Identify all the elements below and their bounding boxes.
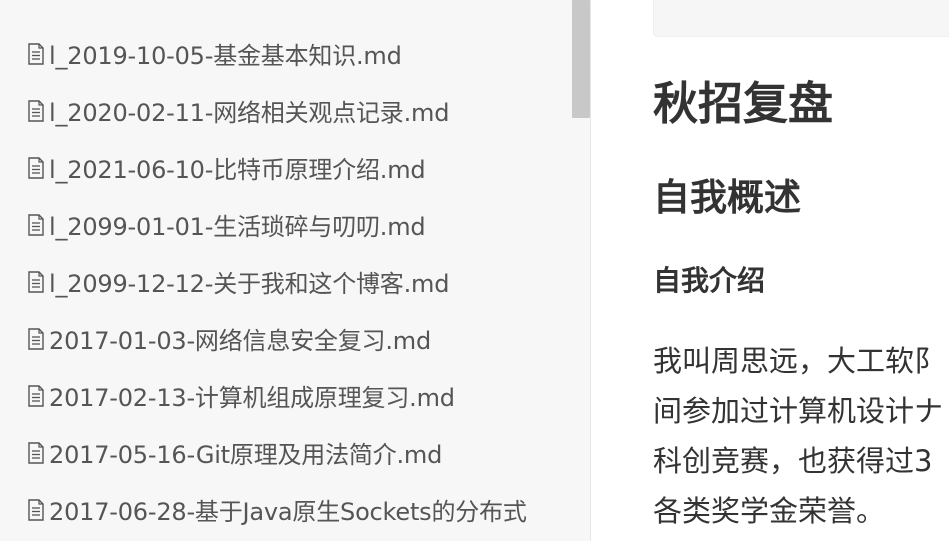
file-name: 2017-05-16-Git原理及用法简介.md bbox=[49, 441, 443, 469]
file-name: l_2020-02-11-网络相关观点记录.md bbox=[49, 99, 450, 127]
file-item[interactable]: 2017-05-16-Git原理及用法简介.md bbox=[27, 424, 572, 481]
file-item[interactable]: l_2021-06-10-比特币原理介绍.md bbox=[27, 139, 572, 196]
sidebar-scrollbar[interactable] bbox=[572, 0, 590, 541]
file-icon bbox=[28, 156, 44, 179]
file-item[interactable]: l_2099-01-01-生活琐碎与叨叨.md bbox=[27, 196, 572, 253]
sidebar-scrollbar-thumb[interactable] bbox=[572, 0, 590, 118]
file-item[interactable]: l_2020-02-11-网络相关观点记录.md bbox=[27, 82, 572, 139]
file-item[interactable]: 2017-06-28-基于Java原生Sockets的分布式 bbox=[27, 481, 572, 538]
editor-pane: 秋招复盘 自我概述 自我介绍 我叫周思远，大工软阝 间参加过计算机设计ナ 科创竞… bbox=[592, 0, 949, 541]
file-item[interactable]: 2017-02-13-计算机组成原理复习.md bbox=[27, 367, 572, 424]
file-icon bbox=[28, 42, 44, 65]
heading-1[interactable]: 秋招复盘 bbox=[653, 74, 833, 134]
file-list: l_2019-10-05-基金基本知识.md l_2020-02-11-网络相关观… bbox=[27, 25, 572, 538]
app-window: l_2019-10-05-基金基本知识.md l_2020-02-11-网络相关观… bbox=[0, 0, 949, 541]
sidebar-file-tree: l_2019-10-05-基金基本知识.md l_2020-02-11-网络相关观… bbox=[0, 0, 591, 541]
file-name: l_2019-10-05-基金基本知识.md bbox=[49, 42, 402, 70]
file-name: l_2021-06-10-比特币原理介绍.md bbox=[49, 156, 426, 184]
heading-2[interactable]: 自我概述 bbox=[653, 172, 801, 224]
file-item[interactable]: l_2019-10-05-基金基本知识.md bbox=[27, 25, 572, 82]
file-icon bbox=[28, 327, 44, 350]
heading-3[interactable]: 自我介绍 bbox=[653, 262, 765, 300]
file-name: 2017-02-13-计算机组成原理复习.md bbox=[49, 384, 455, 412]
paragraph-line: 间参加过计算机设计ナ bbox=[653, 394, 944, 428]
file-icon bbox=[28, 498, 44, 521]
file-icon bbox=[28, 384, 44, 407]
file-name: l_2099-01-01-生活琐碎与叨叨.md bbox=[49, 213, 426, 241]
file-item[interactable]: 2017-01-03-网络信息安全复习.md bbox=[27, 310, 572, 367]
paragraph[interactable]: 我叫周思远，大工软阝 间参加过计算机设计ナ 科创竞赛，也获得过3 各类奖学金荣誉… bbox=[653, 336, 943, 536]
file-name: 2017-06-28-基于Java原生Sockets的分布式 bbox=[49, 498, 527, 526]
file-name: 2017-01-03-网络信息安全复习.md bbox=[49, 327, 431, 355]
file-item[interactable]: l_2099-12-12-关于我和这个博客.md bbox=[27, 253, 572, 310]
file-icon bbox=[28, 270, 44, 293]
file-name: l_2099-12-12-关于我和这个博客.md bbox=[49, 270, 450, 298]
code-block-top[interactable] bbox=[653, 0, 949, 37]
file-icon bbox=[28, 99, 44, 122]
paragraph-line: 我叫周思远，大工软阝 bbox=[653, 344, 944, 378]
file-icon bbox=[28, 213, 44, 236]
paragraph-line: 科创竞赛，也获得过3 bbox=[653, 444, 933, 478]
file-icon bbox=[28, 441, 44, 464]
paragraph-line: 各类奖学金荣誉。 bbox=[653, 494, 886, 528]
